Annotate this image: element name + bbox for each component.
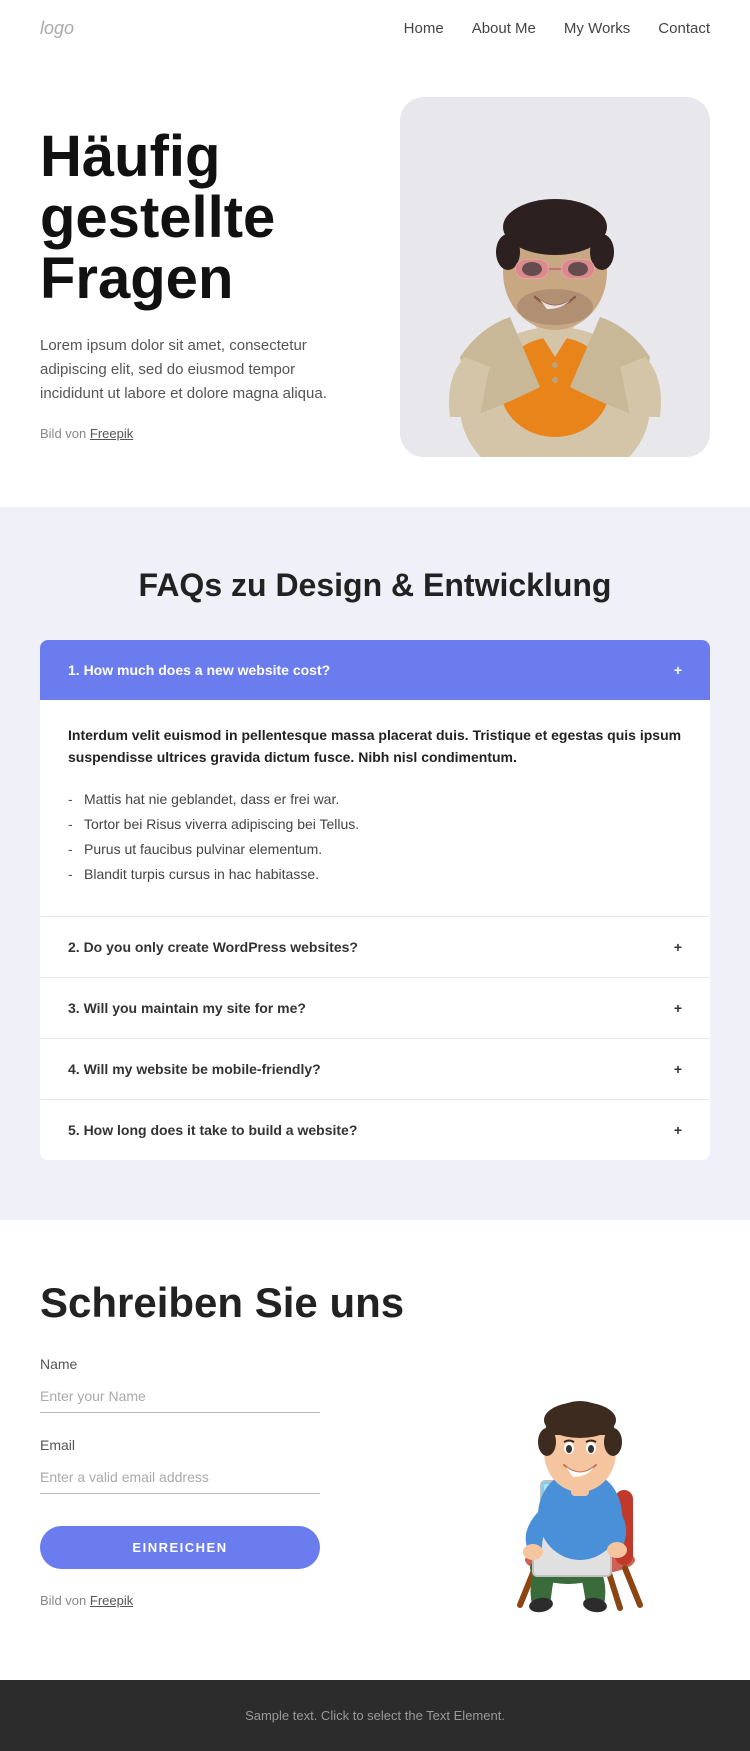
nav-item-works[interactable]: My Works <box>564 20 630 38</box>
faq-plus-icon-3: + <box>674 1001 682 1015</box>
footer-text: Sample text. Click to select the Text El… <box>245 1708 505 1723</box>
faq-plus-icon-4: + <box>674 1062 682 1076</box>
hero-title: Häufig gestellte Fragen <box>40 127 380 310</box>
nav-item-contact[interactable]: Contact <box>658 20 710 38</box>
nav-links: Home About Me My Works Contact <box>404 20 710 38</box>
faq-bullet-1-3: Purus ut faucibus pulvinar elementum. <box>68 837 682 862</box>
faq-heading: FAQs zu Design & Entwicklung <box>40 567 710 604</box>
hero-photo <box>400 97 710 457</box>
hero-image <box>400 97 710 457</box>
faq-item-5: 5. How long does it take to build a webs… <box>40 1100 710 1160</box>
email-label: Email <box>40 1437 430 1453</box>
faq-question-5-text: 5. How long does it take to build a webs… <box>68 1122 357 1138</box>
faq-section: FAQs zu Design & Entwicklung 1. How much… <box>0 507 750 1220</box>
faq-list: 1. How much does a new website cost? + I… <box>40 640 710 1160</box>
form-group-name: Name <box>40 1356 430 1413</box>
contact-section: Schreiben Sie uns Name Email EINREICHEN … <box>0 1220 750 1680</box>
name-input[interactable] <box>40 1380 320 1413</box>
faq-question-2-text: 2. Do you only create WordPress websites… <box>68 939 358 955</box>
faq-bullet-1-2: Tortor bei Risus viverra adipiscing bei … <box>68 812 682 837</box>
faq-question-3-text: 3. Will you maintain my site for me? <box>68 1000 306 1016</box>
faq-question-1-text: 1. How much does a new website cost? <box>68 662 330 678</box>
faq-answer-1-bold: Interdum velit euismod in pellentesque m… <box>68 724 682 769</box>
faq-answer-1: Interdum velit euismod in pellentesque m… <box>40 700 710 916</box>
nav-item-about[interactable]: About Me <box>472 20 536 38</box>
hero-bild-von: Bild von Freepik <box>40 426 380 441</box>
faq-item-1: 1. How much does a new website cost? + I… <box>40 640 710 917</box>
faq-item-4: 4. Will my website be mobile-friendly? + <box>40 1039 710 1100</box>
contact-form-area: Schreiben Sie uns Name Email EINREICHEN … <box>40 1280 430 1608</box>
faq-item-2: 2. Do you only create WordPress websites… <box>40 917 710 978</box>
faq-question-5[interactable]: 5. How long does it take to build a webs… <box>40 1100 710 1160</box>
hero-person-svg <box>400 97 710 457</box>
email-input[interactable] <box>40 1461 320 1494</box>
faq-question-4[interactable]: 4. Will my website be mobile-friendly? + <box>40 1039 710 1099</box>
form-group-email: Email <box>40 1437 430 1494</box>
faq-question-1[interactable]: 1. How much does a new website cost? + <box>40 640 710 700</box>
hero-text: Häufig gestellte Fragen Lorem ipsum dolo… <box>40 97 380 441</box>
faq-plus-icon-5: + <box>674 1123 682 1137</box>
faq-plus-icon-2: + <box>674 940 682 954</box>
hero-section: Häufig gestellte Fragen Lorem ipsum dolo… <box>0 57 750 507</box>
contact-bild-von: Bild von Freepik <box>40 1593 430 1608</box>
nav-item-home[interactable]: Home <box>404 20 444 38</box>
submit-button[interactable]: EINREICHEN <box>40 1526 320 1569</box>
faq-bullet-1-1: Mattis hat nie geblandet, dass er frei w… <box>68 787 682 812</box>
contact-illustration <box>450 1280 710 1620</box>
logo: logo <box>40 18 74 39</box>
hero-description: Lorem ipsum dolor sit amet, consectetur … <box>40 334 350 406</box>
faq-item-3: 3. Will you maintain my site for me? + <box>40 978 710 1039</box>
faq-plus-icon-1: + <box>674 663 682 677</box>
faq-question-3[interactable]: 3. Will you maintain my site for me? + <box>40 978 710 1038</box>
name-label: Name <box>40 1356 430 1372</box>
faq-bullet-1-4: Blandit turpis cursus in hac habitasse. <box>68 862 682 887</box>
navbar: logo Home About Me My Works Contact <box>0 0 750 57</box>
footer: Sample text. Click to select the Text El… <box>0 1680 750 1751</box>
hero-freepik-link[interactable]: Freepik <box>90 426 133 441</box>
faq-answer-1-bullets: Mattis hat nie geblandet, dass er frei w… <box>68 787 682 888</box>
contact-freepik-link[interactable]: Freepik <box>90 1593 133 1608</box>
contact-person-svg <box>460 1320 700 1620</box>
contact-heading: Schreiben Sie uns <box>40 1280 430 1326</box>
faq-question-4-text: 4. Will my website be mobile-friendly? <box>68 1061 321 1077</box>
faq-question-2[interactable]: 2. Do you only create WordPress websites… <box>40 917 710 977</box>
